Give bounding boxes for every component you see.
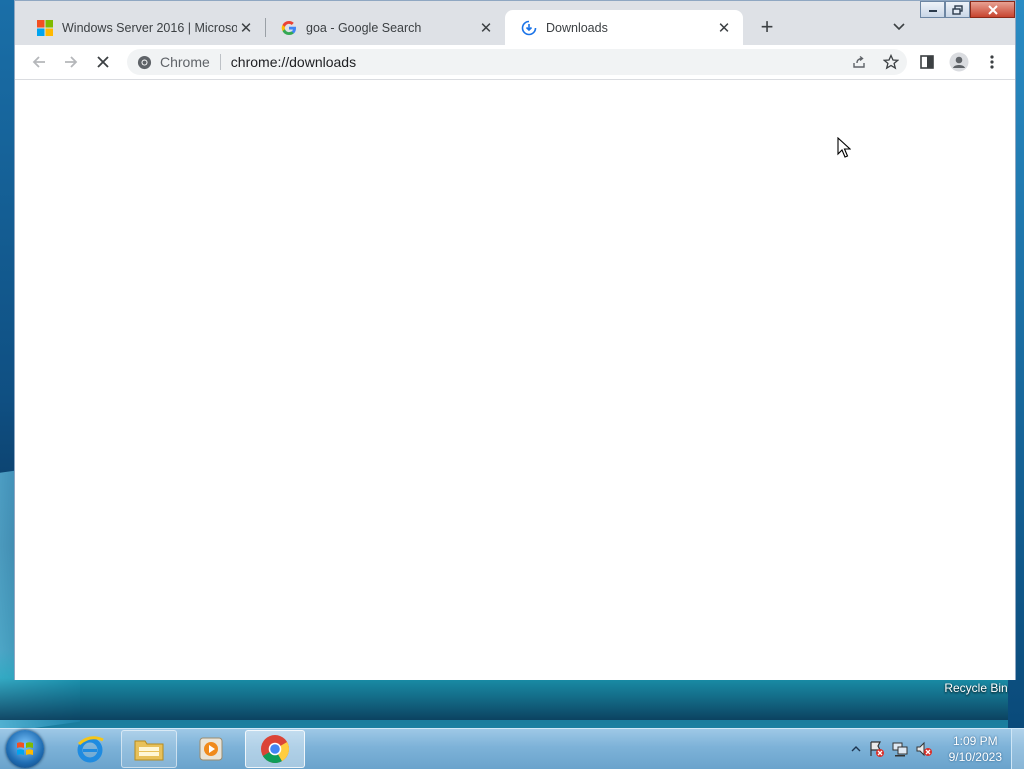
close-tab-icon[interactable]: ✕ — [237, 19, 255, 37]
browser-window: Windows Server 2016 | Microsoft ✕ goa - … — [14, 0, 1016, 680]
tab-title: goa - Google Search — [306, 20, 422, 35]
side-panel-button[interactable] — [914, 49, 940, 75]
media-player-taskbar-icon[interactable] — [183, 730, 239, 768]
mouse-cursor-icon — [837, 137, 851, 158]
start-button[interactable] — [6, 730, 44, 768]
chrome-menu-button[interactable] — [979, 49, 1005, 75]
back-button[interactable] — [26, 49, 52, 75]
chrome-taskbar-icon[interactable] — [245, 730, 305, 768]
forward-button[interactable] — [58, 49, 84, 75]
close-tab-icon[interactable]: ✕ — [477, 19, 495, 37]
address-bar[interactable]: Chrome chrome://downloads — [127, 49, 907, 75]
microsoft-logo-icon — [37, 19, 53, 36]
toolbar: Chrome chrome://downloads — [15, 45, 1015, 80]
profile-avatar-icon — [949, 52, 969, 72]
minimize-button[interactable] — [920, 1, 945, 18]
page-content — [15, 80, 1015, 680]
taskbar: 1:09 PM 9/10/2023 — [0, 728, 1024, 769]
action-center-flag-icon[interactable] — [867, 740, 885, 758]
system-tray: 1:09 PM 9/10/2023 — [851, 729, 1002, 769]
chrome-logo-icon — [137, 55, 152, 69]
site-chip[interactable]: Chrome — [127, 54, 210, 70]
window-controls — [920, 1, 1015, 19]
recycle-bin-desktop-icon[interactable]: Recycle Bin — [938, 681, 1014, 695]
folder-icon — [134, 740, 164, 761]
windows-logo-icon — [17, 742, 33, 755]
show-desktop-button[interactable] — [1011, 729, 1024, 769]
tab-windows-server[interactable]: Windows Server 2016 | Microsoft ✕ — [21, 10, 265, 45]
internet-explorer-icon — [77, 736, 104, 763]
tab-strip: Windows Server 2016 | Microsoft ✕ goa - … — [15, 1, 1015, 45]
google-g-icon — [281, 20, 297, 36]
address-actions — [851, 49, 899, 75]
share-icon[interactable] — [851, 54, 867, 70]
forward-arrow-icon — [65, 56, 78, 68]
clock-date: 9/10/2023 — [948, 750, 1002, 764]
chrome-logo-icon — [261, 735, 289, 763]
url-text[interactable]: chrome://downloads — [231, 54, 356, 70]
profile-button[interactable] — [946, 49, 972, 75]
clock-time: 1:09 PM — [952, 734, 998, 748]
back-arrow-icon — [32, 56, 45, 68]
stop-loading-button[interactable] — [90, 49, 116, 75]
taskbar-clock[interactable]: 1:09 PM 9/10/2023 — [949, 733, 1002, 765]
close-tab-icon[interactable]: ✕ — [715, 19, 733, 37]
downloads-icon — [521, 20, 537, 36]
new-tab-button[interactable]: + — [755, 14, 779, 39]
close-window-button[interactable] — [970, 1, 1015, 18]
tab-search-chevron-icon[interactable] — [889, 15, 909, 39]
tab-title: Downloads — [546, 20, 608, 35]
site-label: Chrome — [160, 54, 210, 70]
recycle-bin-label: Recycle Bin — [944, 681, 1008, 695]
media-player-icon — [199, 737, 223, 761]
tab-downloads[interactable]: Downloads ✕ — [505, 10, 743, 45]
kebab-menu-icon — [990, 55, 994, 69]
tab-title: Windows Server 2016 | Microsoft — [62, 20, 237, 35]
bookmark-star-icon[interactable] — [883, 54, 899, 70]
show-hidden-icons-icon[interactable] — [851, 745, 861, 753]
file-explorer-taskbar-icon[interactable] — [121, 730, 177, 768]
internet-explorer-taskbar-icon[interactable] — [62, 730, 118, 768]
restore-button[interactable] — [945, 1, 970, 18]
volume-muted-icon[interactable] — [915, 740, 933, 758]
tab-google-search[interactable]: goa - Google Search ✕ — [265, 10, 505, 45]
address-separator — [219, 54, 221, 70]
network-icon[interactable] — [891, 740, 909, 758]
side-panel-icon — [920, 55, 934, 69]
stop-icon — [97, 56, 109, 68]
